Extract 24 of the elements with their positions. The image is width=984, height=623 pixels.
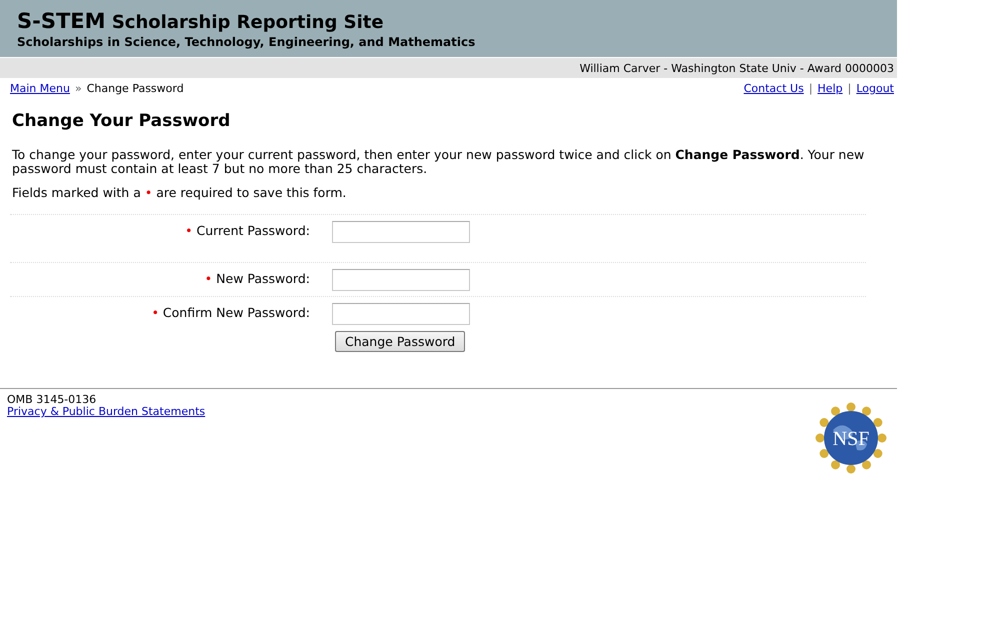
nav-link[interactable]: Contact Us <box>744 82 804 95</box>
field-label: • Confirm New Password: <box>150 304 310 320</box>
page-heading: Change Your Password <box>12 111 232 131</box>
site-tagline: Scholarships in Science, Technology, Engineering, and Mathematics <box>17 34 476 50</box>
site-title: S-STEM Scholarship Reporting Site <box>17 10 385 34</box>
password-field[interactable] <box>332 269 470 291</box>
breadcrumb-separator: » <box>74 82 82 95</box>
nsf-logo: NSF <box>815 402 887 474</box>
omb-number: OMB 3145-0136 <box>7 394 98 406</box>
breadcrumb-link[interactable]: Main Menu <box>10 82 70 95</box>
field-label: • Current Password: <box>184 222 310 238</box>
password-field[interactable] <box>332 303 470 325</box>
link-separator: | <box>808 82 813 95</box>
intro-text: To change your password, enter your current password, then enter your new password twice and click on Change Password. Your new password must contain at least 7 but no more than 25 characters. <box>12 148 866 176</box>
privacy-link[interactable]: Privacy & Public Burden Statements <box>7 406 206 418</box>
nav-link[interactable]: Help <box>818 82 843 95</box>
nav-link[interactable]: Logout <box>856 82 894 95</box>
breadcrumb-current: Change Password <box>86 82 184 95</box>
required-note: Fields marked with a • are required to save this form. <box>12 186 348 200</box>
field-label: • New Password: <box>204 270 310 286</box>
user-info: William Carver - Washington State Univ - Award 0000003 <box>580 62 894 74</box>
link-separator: | <box>848 82 852 95</box>
change-password-button[interactable]: Change Password <box>335 331 466 352</box>
password-field[interactable] <box>332 221 470 243</box>
